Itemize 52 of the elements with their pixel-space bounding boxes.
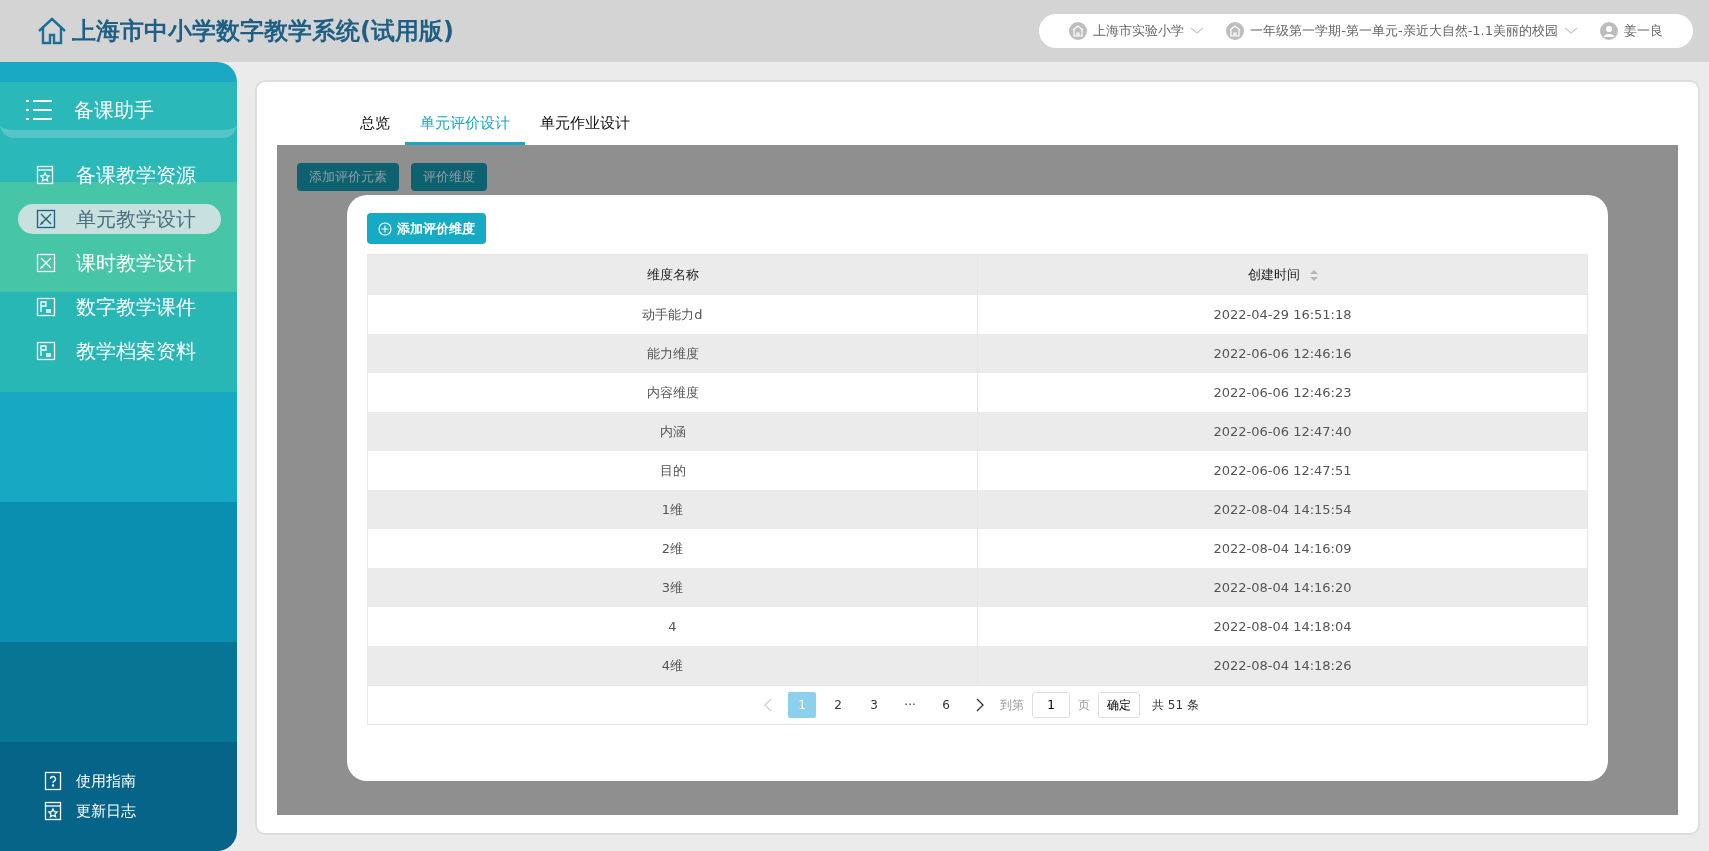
table-cell-text: 能力维度 (645, 344, 700, 363)
confirm-button[interactable]: 确定 (1098, 692, 1141, 718)
menu-icon (26, 99, 52, 121)
sidebar-link[interactable]: 使用指南 (44, 771, 237, 791)
sidebar-link[interactable]: 更新日志 (44, 801, 237, 821)
book-icon (36, 165, 56, 185)
page-button[interactable]: 3 (860, 692, 889, 718)
page-button[interactable]: 6 (932, 692, 961, 718)
table-cell: 2022-06-06 12:46:16 (977, 334, 1587, 373)
school-icon (1226, 22, 1245, 40)
column-header: 创建时间 (1247, 266, 1300, 284)
user-icon (1600, 22, 1618, 40)
page-button[interactable]: ··· (896, 692, 925, 718)
tab[interactable]: 总览 (345, 106, 405, 145)
table-cell-text: 内涵 (658, 422, 687, 441)
table-cell: 2022-08-04 14:15:54 (977, 490, 1587, 529)
page-input[interactable]: 1 (1032, 692, 1071, 718)
table-cell-text: 内容维度 (645, 383, 700, 402)
page-button[interactable]: 2 (824, 692, 853, 718)
table-cell: 2022-06-06 12:47:40 (977, 412, 1587, 451)
table-cell-text: 1维 (660, 500, 685, 519)
table-cell: 2022-08-04 14:18:26 (977, 646, 1587, 685)
selector-dropdown[interactable]: 上海市实验小学 (1069, 22, 1205, 40)
school-icon (1069, 22, 1088, 40)
sidebar-item[interactable]: 单元教学设计 (18, 204, 221, 234)
table-cell-text: 4 (667, 618, 678, 636)
book-icon (44, 801, 64, 821)
user-menu[interactable]: 姜一良 (1600, 22, 1663, 40)
pencil-ruler-icon (36, 253, 56, 273)
table-cell: 2022-08-04 14:16:20 (977, 568, 1587, 607)
table-cell-text: 动手能力d (641, 305, 704, 324)
app-title: 上海市中小学数字教学系统(试用版) (72, 16, 454, 47)
home-icon (36, 16, 68, 46)
help-icon (44, 771, 64, 791)
chevron-down-icon (1190, 27, 1205, 35)
plus-circle-icon (378, 221, 392, 236)
total-count: 共 51 条 (1152, 696, 1199, 714)
table-cell-text: 4维 (660, 656, 685, 675)
sidebar-title: 备课助手 (74, 96, 154, 124)
tab[interactable]: 单元作业设计 (525, 106, 645, 145)
goto-label: 到第 (1000, 696, 1025, 714)
chevron-down-icon (1564, 27, 1578, 35)
table-cell-text: 2维 (660, 539, 685, 558)
selector-dropdown[interactable]: 一年级第一学期-第一单元-亲近大自然-1.1美丽的校园 (1226, 22, 1578, 40)
document-icon (36, 341, 56, 361)
document-icon (36, 297, 56, 317)
column-header: 维度名称 (646, 266, 699, 284)
page-suffix: 页 (1078, 696, 1091, 714)
table-cell-text: 目的 (658, 461, 687, 480)
pencil-ruler-icon (36, 209, 56, 229)
chevron-right-icon (976, 698, 985, 712)
table-cell-text: 3维 (660, 578, 685, 597)
